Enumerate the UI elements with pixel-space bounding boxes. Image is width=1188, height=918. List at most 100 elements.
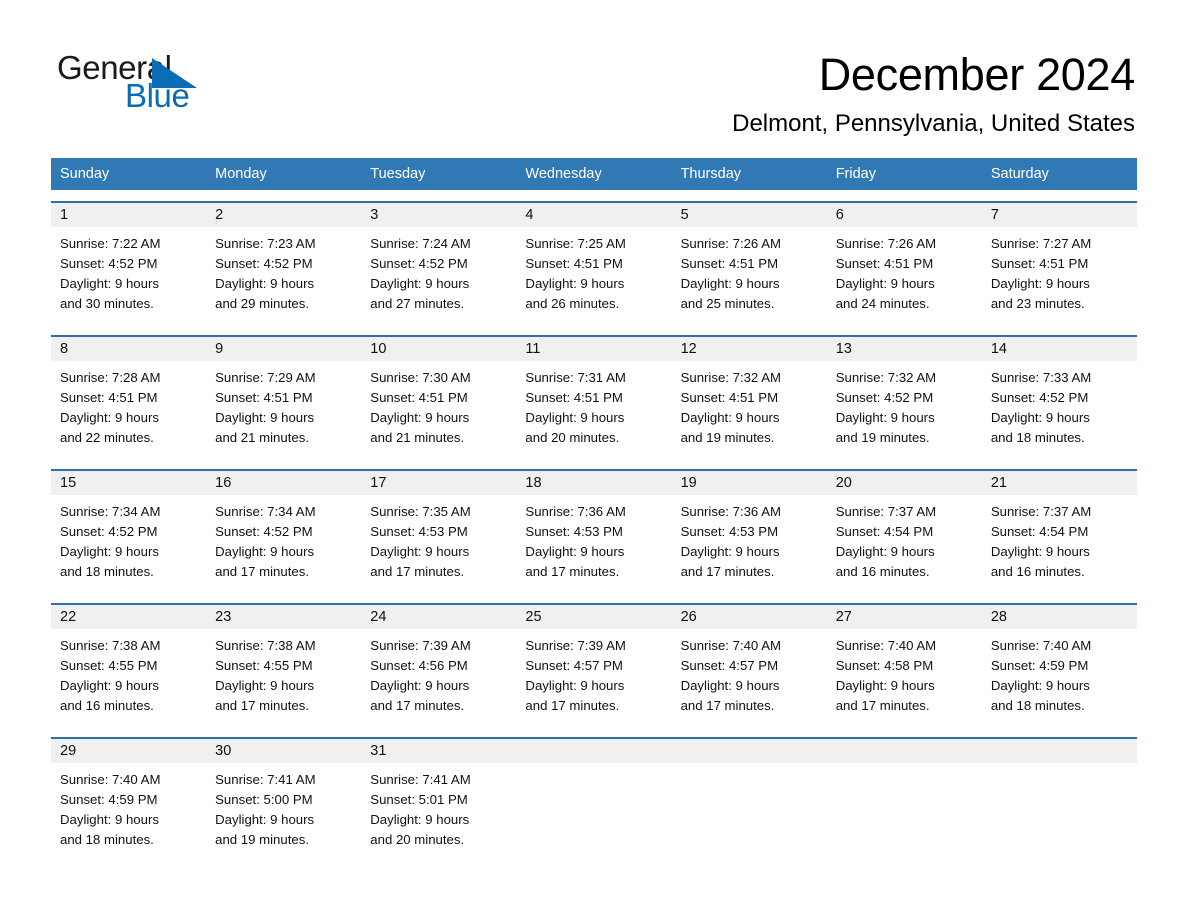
- sunset-text: Sunset: 4:55 PM: [60, 658, 158, 673]
- day-cell: Sunrise: 7:33 AM Sunset: 4:52 PM Dayligh…: [982, 361, 1137, 458]
- day-cell: Sunrise: 7:26 AM Sunset: 4:51 PM Dayligh…: [672, 227, 827, 324]
- week-row: 1 2 3 4 5 6 7 Sunrise: 7:22 AM Sunset: 4…: [51, 201, 1137, 324]
- daylight-text: Daylight: 9 hours: [525, 544, 625, 559]
- day-cell: Sunrise: 7:39 AM Sunset: 4:56 PM Dayligh…: [361, 629, 516, 726]
- day-cell: Sunrise: 7:32 AM Sunset: 4:52 PM Dayligh…: [827, 361, 982, 458]
- daylight-text-cont: and 20 minutes.: [370, 832, 465, 847]
- sunset-text: Sunset: 4:51 PM: [525, 390, 623, 405]
- day-number: 17: [370, 475, 387, 491]
- daylight-text: Daylight: 9 hours: [60, 678, 159, 693]
- daylight-text: Daylight: 9 hours: [835, 410, 935, 425]
- daylight-text-cont: and 17 minutes.: [370, 698, 465, 713]
- day-number: 11: [525, 341, 541, 357]
- sunset-text: Sunset: 4:53 PM: [370, 524, 468, 539]
- sunset-text: Sunset: 4:51 PM: [835, 256, 934, 271]
- day-number: 15: [60, 475, 77, 491]
- sunrise-text: Sunrise: 7:40 AM: [680, 638, 781, 653]
- day-cell: Sunrise: 7:22 AM Sunset: 4:52 PM Dayligh…: [51, 227, 206, 324]
- daylight-text: Daylight: 9 hours: [835, 276, 935, 291]
- day-cell-empty: [672, 763, 827, 860]
- daylight-text-cont: and 17 minutes.: [215, 698, 309, 713]
- day-number: 29: [60, 743, 77, 759]
- daylight-text: Daylight: 9 hours: [525, 410, 625, 425]
- sunset-text: Sunset: 5:01 PM: [370, 792, 468, 807]
- daylight-text: Daylight: 9 hours: [215, 276, 315, 291]
- daylight-text: Daylight: 9 hours: [370, 812, 470, 827]
- sunrise-text: Sunrise: 7:38 AM: [60, 638, 161, 653]
- daylight-text: Daylight: 9 hours: [680, 276, 780, 291]
- day-cell: Sunrise: 7:35 AM Sunset: 4:53 PM Dayligh…: [361, 495, 516, 592]
- day-cell: Sunrise: 7:25 AM Sunset: 4:51 PM Dayligh…: [516, 227, 671, 324]
- daylight-text: Daylight: 9 hours: [60, 544, 159, 559]
- sunset-text: Sunset: 4:54 PM: [990, 524, 1089, 539]
- page-title: December 2024: [818, 49, 1136, 100]
- sunrise-text: Sunrise: 7:25 AM: [525, 236, 626, 251]
- day-cell: Sunrise: 7:39 AM Sunset: 4:57 PM Dayligh…: [516, 629, 671, 726]
- day-cell-empty: [982, 763, 1137, 860]
- sunset-text: Sunset: 4:51 PM: [525, 256, 623, 271]
- sunset-text: Sunset: 4:59 PM: [60, 792, 158, 807]
- day-number-empty: [827, 739, 982, 763]
- sunset-text: Sunset: 4:57 PM: [525, 658, 623, 673]
- week-row: 15 16 17 18 19 20 21 Sunrise: 7:34 AM Su…: [51, 469, 1137, 592]
- week-row: 8 9 10 11 12 13 14 Sunrise: 7:28 AM Suns…: [51, 335, 1137, 458]
- day-cell: Sunrise: 7:29 AM Sunset: 4:51 PM Dayligh…: [206, 361, 361, 458]
- sunrise-text: Sunrise: 7:22 AM: [60, 236, 161, 251]
- sunrise-text: Sunrise: 7:39 AM: [370, 638, 471, 653]
- daylight-text-cont: and 16 minutes.: [990, 564, 1085, 579]
- sunset-text: Sunset: 4:58 PM: [835, 658, 934, 673]
- day-number: 31: [370, 743, 387, 759]
- daylight-text: Daylight: 9 hours: [990, 410, 1090, 425]
- sunset-text: Sunset: 5:00 PM: [215, 792, 313, 807]
- sunrise-text: Sunrise: 7:36 AM: [525, 504, 626, 519]
- day-cell: Sunrise: 7:40 AM Sunset: 4:59 PM Dayligh…: [982, 629, 1137, 726]
- sunset-text: Sunset: 4:57 PM: [680, 658, 779, 673]
- sunrise-text: Sunrise: 7:26 AM: [835, 236, 937, 251]
- sunset-text: Sunset: 4:52 PM: [215, 256, 313, 271]
- day-number: 12: [680, 341, 697, 357]
- weekday-header-sunday: Sunday: [60, 166, 110, 182]
- weekday-header-thursday: Thursday: [680, 166, 742, 182]
- sunset-text: Sunset: 4:52 PM: [835, 390, 934, 405]
- daylight-text-cont: and 17 minutes.: [525, 564, 620, 579]
- sunrise-text: Sunrise: 7:40 AM: [990, 638, 1092, 653]
- sunrise-text: Sunrise: 7:30 AM: [370, 370, 471, 385]
- calendar-grid: Sunday Monday Tuesday Wednesday Thursday…: [51, 158, 1137, 860]
- day-cell: Sunrise: 7:36 AM Sunset: 4:53 PM Dayligh…: [672, 495, 827, 592]
- daylight-text: Daylight: 9 hours: [990, 678, 1090, 693]
- daylight-text-cont: and 25 minutes.: [680, 296, 775, 311]
- day-number: 7: [990, 207, 999, 223]
- daylight-text-cont: and 17 minutes.: [680, 564, 775, 579]
- daylight-text-cont: and 21 minutes.: [215, 430, 309, 445]
- daylight-text: Daylight: 9 hours: [680, 410, 780, 425]
- day-number: 27: [835, 609, 852, 625]
- daylight-text-cont: and 17 minutes.: [835, 698, 930, 713]
- logo-text-blue: Blue: [125, 77, 190, 114]
- day-number: 4: [525, 207, 534, 223]
- daylight-text-cont: and 27 minutes.: [370, 296, 465, 311]
- weekday-header-wednesday: Wednesday: [525, 166, 602, 182]
- weekday-header-tuesday: Tuesday: [370, 166, 426, 182]
- daylight-text: Daylight: 9 hours: [525, 678, 625, 693]
- day-cell: Sunrise: 7:41 AM Sunset: 5:01 PM Dayligh…: [361, 763, 516, 860]
- sunset-text: Sunset: 4:52 PM: [215, 524, 313, 539]
- sunrise-text: Sunrise: 7:29 AM: [215, 370, 316, 385]
- daylight-text-cont: and 20 minutes.: [525, 430, 620, 445]
- daylight-text: Daylight: 9 hours: [835, 678, 935, 693]
- daylight-text: Daylight: 9 hours: [215, 544, 315, 559]
- day-number: 14: [990, 341, 1007, 357]
- sunrise-text: Sunrise: 7:40 AM: [60, 772, 161, 787]
- sunset-text: Sunset: 4:51 PM: [370, 390, 468, 405]
- sunrise-text: Sunrise: 7:34 AM: [60, 504, 161, 519]
- day-number: 21: [990, 475, 1007, 491]
- day-cell: Sunrise: 7:28 AM Sunset: 4:51 PM Dayligh…: [51, 361, 206, 458]
- daylight-text: Daylight: 9 hours: [215, 812, 315, 827]
- sunrise-text: Sunrise: 7:26 AM: [680, 236, 781, 251]
- daylight-text: Daylight: 9 hours: [680, 544, 780, 559]
- sunset-text: Sunset: 4:53 PM: [525, 524, 623, 539]
- sunrise-text: Sunrise: 7:37 AM: [990, 504, 1092, 519]
- daylight-text-cont: and 17 minutes.: [525, 698, 620, 713]
- daylight-text-cont: and 23 minutes.: [990, 296, 1085, 311]
- day-cell: Sunrise: 7:41 AM Sunset: 5:00 PM Dayligh…: [206, 763, 361, 860]
- day-cell: Sunrise: 7:32 AM Sunset: 4:51 PM Dayligh…: [672, 361, 827, 458]
